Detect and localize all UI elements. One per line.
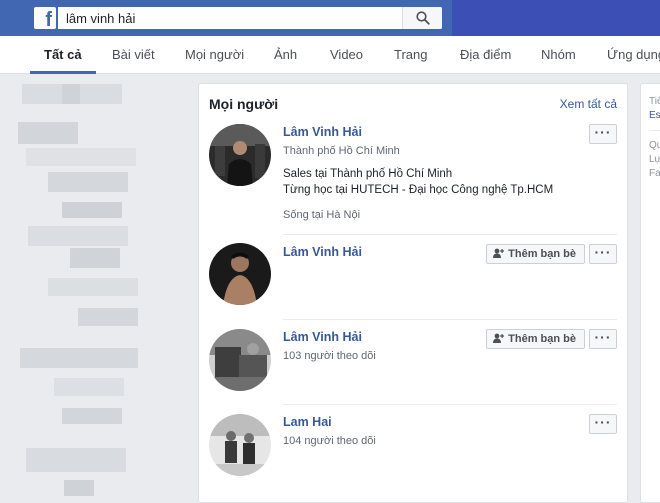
person-followers: 103 người theo dõi bbox=[283, 350, 376, 362]
add-friend-icon bbox=[493, 333, 505, 344]
right-panel-label: Lự bbox=[649, 154, 660, 165]
avatar[interactable] bbox=[209, 243, 271, 305]
list-item: Lâm Vinh Hải Thêm bạn bè ··· bbox=[199, 235, 627, 320]
top-nav-bar: f bbox=[0, 0, 660, 36]
right-panel-label: Qu bbox=[649, 140, 660, 151]
right-side-panel: Tiế Es Qu Lự Fa bbox=[640, 83, 660, 503]
list-item: Lâm Vinh Hải Thành phố Hồ Chí Minh Sales… bbox=[199, 118, 627, 235]
tab-videos[interactable]: Video bbox=[330, 36, 363, 74]
search-box bbox=[58, 7, 442, 29]
right-panel-label: Tiế bbox=[649, 96, 660, 107]
more-options-button[interactable]: ··· bbox=[589, 124, 617, 144]
tab-people[interactable]: Mọi người bbox=[185, 36, 244, 74]
right-panel-label: Fa bbox=[649, 168, 660, 179]
people-section-title: Mọi người bbox=[209, 96, 279, 112]
divider bbox=[649, 130, 660, 131]
profile-photo bbox=[209, 329, 271, 391]
people-results-card: Mọi người Xem tất cả Lâm Vinh Hải Thành … bbox=[198, 83, 628, 503]
tab-all[interactable]: Tất cả bbox=[30, 36, 96, 74]
profile-photo bbox=[209, 124, 271, 186]
magnifier-icon bbox=[416, 11, 430, 25]
person-name[interactable]: Lam Hai bbox=[283, 415, 332, 429]
tab-posts[interactable]: Bài viết bbox=[112, 36, 155, 74]
top-nav-right bbox=[452, 0, 660, 36]
tab-pages[interactable]: Trang bbox=[394, 36, 427, 74]
add-friend-label: Thêm bạn bè bbox=[508, 248, 576, 260]
person-education: Từng học tại HUTECH - Đại học Công nghệ … bbox=[283, 184, 554, 196]
profile-photo bbox=[209, 414, 271, 476]
person-name[interactable]: Lâm Vinh Hải bbox=[283, 125, 362, 139]
list-item: Lâm Vinh Hải 103 người theo dõi Thêm bạn… bbox=[199, 320, 627, 405]
see-all-link[interactable]: Xem tất cả bbox=[560, 97, 617, 111]
person-location: Thành phố Hồ Chí Minh bbox=[283, 145, 400, 157]
tab-places[interactable]: Địa điểm bbox=[460, 36, 511, 74]
search-input[interactable] bbox=[58, 7, 398, 29]
blurred-sidebar bbox=[18, 82, 168, 498]
tab-apps[interactable]: Ứng dụng bbox=[607, 36, 660, 74]
more-options-button[interactable]: ··· bbox=[589, 244, 617, 264]
person-lives: Sống tại Hà Nội bbox=[283, 209, 361, 221]
right-panel-link[interactable]: Es bbox=[649, 110, 660, 121]
avatar[interactable] bbox=[209, 124, 271, 186]
more-options-button[interactable]: ··· bbox=[589, 414, 617, 434]
person-name[interactable]: Lâm Vinh Hải bbox=[283, 330, 362, 344]
add-friend-label: Thêm bạn bè bbox=[508, 333, 576, 345]
avatar[interactable] bbox=[209, 329, 271, 391]
search-filter-tabs: Tất cả Bài viết Mọi người Ảnh Video Tran… bbox=[0, 36, 660, 74]
person-name[interactable]: Lâm Vinh Hải bbox=[283, 245, 362, 259]
add-friend-button[interactable]: Thêm bạn bè bbox=[486, 244, 585, 264]
avatar[interactable] bbox=[209, 414, 271, 476]
add-friend-icon bbox=[493, 248, 505, 259]
tab-photos[interactable]: Ảnh bbox=[274, 36, 297, 74]
list-item: Lam Hai 104 người theo dõi ··· bbox=[199, 405, 627, 490]
person-followers: 104 người theo dõi bbox=[283, 435, 376, 447]
tab-groups[interactable]: Nhóm bbox=[541, 36, 576, 74]
person-work: Sales tại Thành phố Hồ Chí Minh bbox=[283, 168, 453, 180]
more-options-button[interactable]: ··· bbox=[589, 329, 617, 349]
search-button[interactable] bbox=[402, 7, 442, 29]
add-friend-button[interactable]: Thêm bạn bè bbox=[486, 329, 585, 349]
profile-photo bbox=[209, 243, 271, 305]
facebook-logo-icon[interactable]: f bbox=[34, 7, 56, 29]
